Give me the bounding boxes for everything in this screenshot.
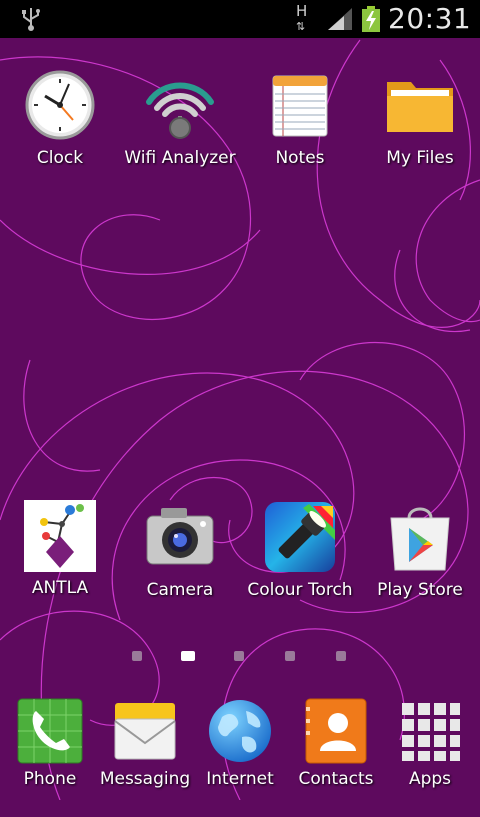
page-dot[interactable] — [285, 651, 295, 661]
globe-icon — [206, 697, 274, 765]
app-camera[interactable]: Camera — [120, 500, 240, 620]
torch-icon — [263, 500, 337, 574]
app-label: Phone — [23, 769, 77, 789]
dock-internet[interactable]: Internet — [192, 697, 288, 817]
status-time: 20:31 — [388, 2, 472, 35]
app-label: Internet — [206, 769, 274, 789]
battery-charging-icon — [361, 6, 381, 36]
dock-apps[interactable]: Apps — [382, 697, 478, 817]
signal-icon — [326, 6, 354, 36]
dock-contacts[interactable]: Contacts — [288, 697, 384, 817]
folder-icon — [383, 68, 457, 142]
wifi-analyzer-icon — [143, 68, 217, 142]
app-wifi-analyzer[interactable]: Wifi Analyzer — [120, 68, 240, 188]
app-label: Play Store — [377, 580, 463, 600]
app-antla[interactable]: ANTLA — [0, 500, 120, 620]
app-label: Colour Torch — [247, 580, 353, 600]
app-label: Notes — [275, 148, 325, 168]
page-dot-active[interactable] — [181, 651, 195, 661]
network-type-label: H — [296, 2, 308, 20]
app-label: My Files — [386, 148, 454, 168]
notes-icon — [263, 68, 337, 142]
app-label: Messaging — [99, 769, 191, 789]
page-indicator[interactable] — [0, 651, 480, 665]
clock-icon — [23, 68, 97, 142]
app-play-store[interactable]: Play Store — [360, 500, 480, 620]
page-dot[interactable] — [132, 651, 142, 661]
dock-phone[interactable]: Phone — [2, 697, 98, 817]
status-bar: H ⇅ 20:31 — [0, 0, 480, 38]
app-my-files[interactable]: My Files — [360, 68, 480, 188]
app-label: Clock — [36, 148, 84, 168]
apps-grid-icon — [396, 697, 464, 765]
app-label: Apps — [408, 769, 452, 789]
page-dot[interactable] — [336, 651, 346, 661]
app-clock[interactable]: Clock — [0, 68, 120, 188]
app-label: Wifi Analyzer — [124, 148, 236, 168]
play-store-icon — [383, 500, 457, 574]
messaging-icon — [111, 697, 179, 765]
phone-icon — [16, 697, 84, 765]
dock-messaging[interactable]: Messaging — [97, 697, 193, 817]
usb-icon — [20, 6, 42, 36]
camera-icon — [143, 500, 217, 574]
app-label: Camera — [146, 580, 214, 600]
app-notes[interactable]: Notes — [240, 68, 360, 188]
network-h-icon: H ⇅ — [296, 2, 308, 34]
antla-icon — [24, 500, 96, 572]
app-label: ANTLA — [31, 578, 89, 598]
contacts-icon — [302, 697, 370, 765]
page-dot[interactable] — [234, 651, 244, 661]
app-label: Contacts — [298, 769, 374, 789]
app-colour-torch[interactable]: Colour Torch — [240, 500, 360, 620]
